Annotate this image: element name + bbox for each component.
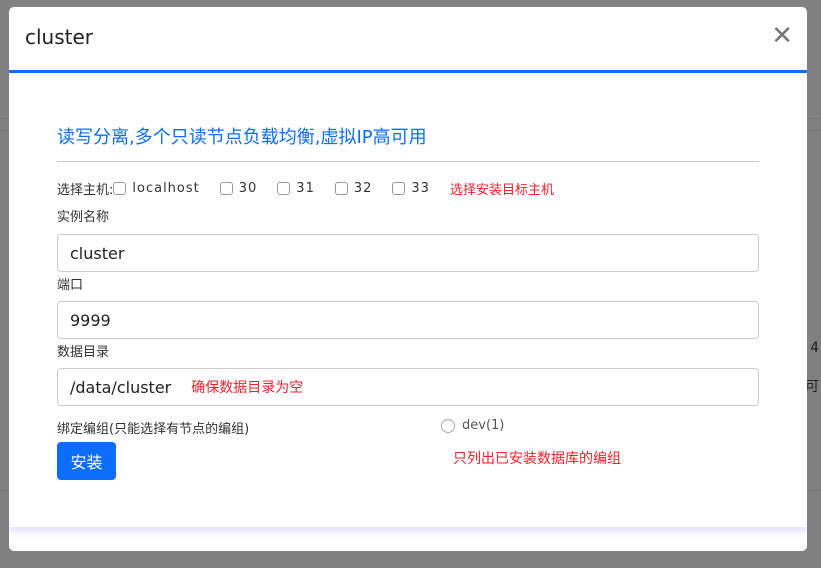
install-form: 读写分离,多个只读节点负载均衡,虚拟IP高可用 选择主机: localhost … — [9, 73, 807, 527]
group-hint: 只列出已安装数据库的编组 — [453, 451, 621, 467]
host-option-label: 33 — [411, 181, 430, 196]
datadir-label: 数据目录 — [57, 345, 110, 360]
host-checkbox-30[interactable]: 30 — [219, 181, 258, 196]
host-label: 选择主机: — [57, 183, 114, 198]
close-icon[interactable]: ✕ — [771, 23, 793, 49]
host-checkbox-31[interactable]: 31 — [277, 181, 315, 196]
checkbox-icon[interactable] — [219, 182, 233, 195]
port-value: 9999 — [70, 310, 111, 330]
group-option-label: dev(1) — [462, 418, 505, 433]
radio-icon[interactable] — [441, 418, 455, 433]
host-selector: 选择主机: localhost 30 31 32 33 选择安装目标主机 — [57, 179, 554, 198]
host-option-label: 31 — [296, 181, 315, 196]
host-checkbox-33[interactable]: 33 — [392, 181, 430, 196]
group-label: 绑定编组(只能选择有节点的编组) — [57, 422, 250, 437]
install-button[interactable]: 安装 — [57, 442, 116, 480]
port-input[interactable]: 9999 — [57, 301, 759, 339]
bg-text: 可 — [805, 379, 819, 395]
host-option-label: 30 — [238, 181, 258, 196]
host-option-label: 32 — [353, 181, 373, 196]
checkbox-icon[interactable] — [113, 182, 127, 195]
instance-label: 实例名称 — [57, 210, 110, 225]
datadir-hint: 确保数据目录为空 — [191, 380, 304, 396]
modal-title: cluster — [25, 25, 94, 49]
instance-name-input[interactable]: cluster — [57, 234, 759, 272]
datadir-input[interactable]: /data/cluster 确保数据目录为空 — [57, 368, 759, 406]
checkbox-icon[interactable] — [277, 182, 291, 195]
host-checkbox-localhost[interactable]: localhost — [113, 181, 199, 196]
cluster-modal: cluster ✕ 读写分离,多个只读节点负载均衡,虚拟IP高可用 选择主机: … — [9, 7, 807, 551]
host-checkbox-32[interactable]: 32 — [334, 181, 373, 196]
host-hint: 选择安装目标主机 — [449, 183, 554, 198]
datadir-value: /data/cluster — [70, 377, 172, 397]
intro-text: 读写分离,多个只读节点负载均衡,虚拟IP高可用 — [57, 127, 427, 148]
host-option-label: localhost — [132, 181, 200, 196]
group-radio-dev[interactable]: dev(1) — [441, 418, 504, 433]
divider — [57, 161, 759, 162]
modal-header: cluster ✕ — [9, 7, 807, 70]
checkbox-icon[interactable] — [334, 182, 348, 195]
port-label: 端口 — [57, 278, 84, 293]
checkbox-icon[interactable] — [392, 182, 406, 195]
bg-text: 4 — [810, 340, 819, 356]
instance-value: cluster — [70, 243, 125, 263]
